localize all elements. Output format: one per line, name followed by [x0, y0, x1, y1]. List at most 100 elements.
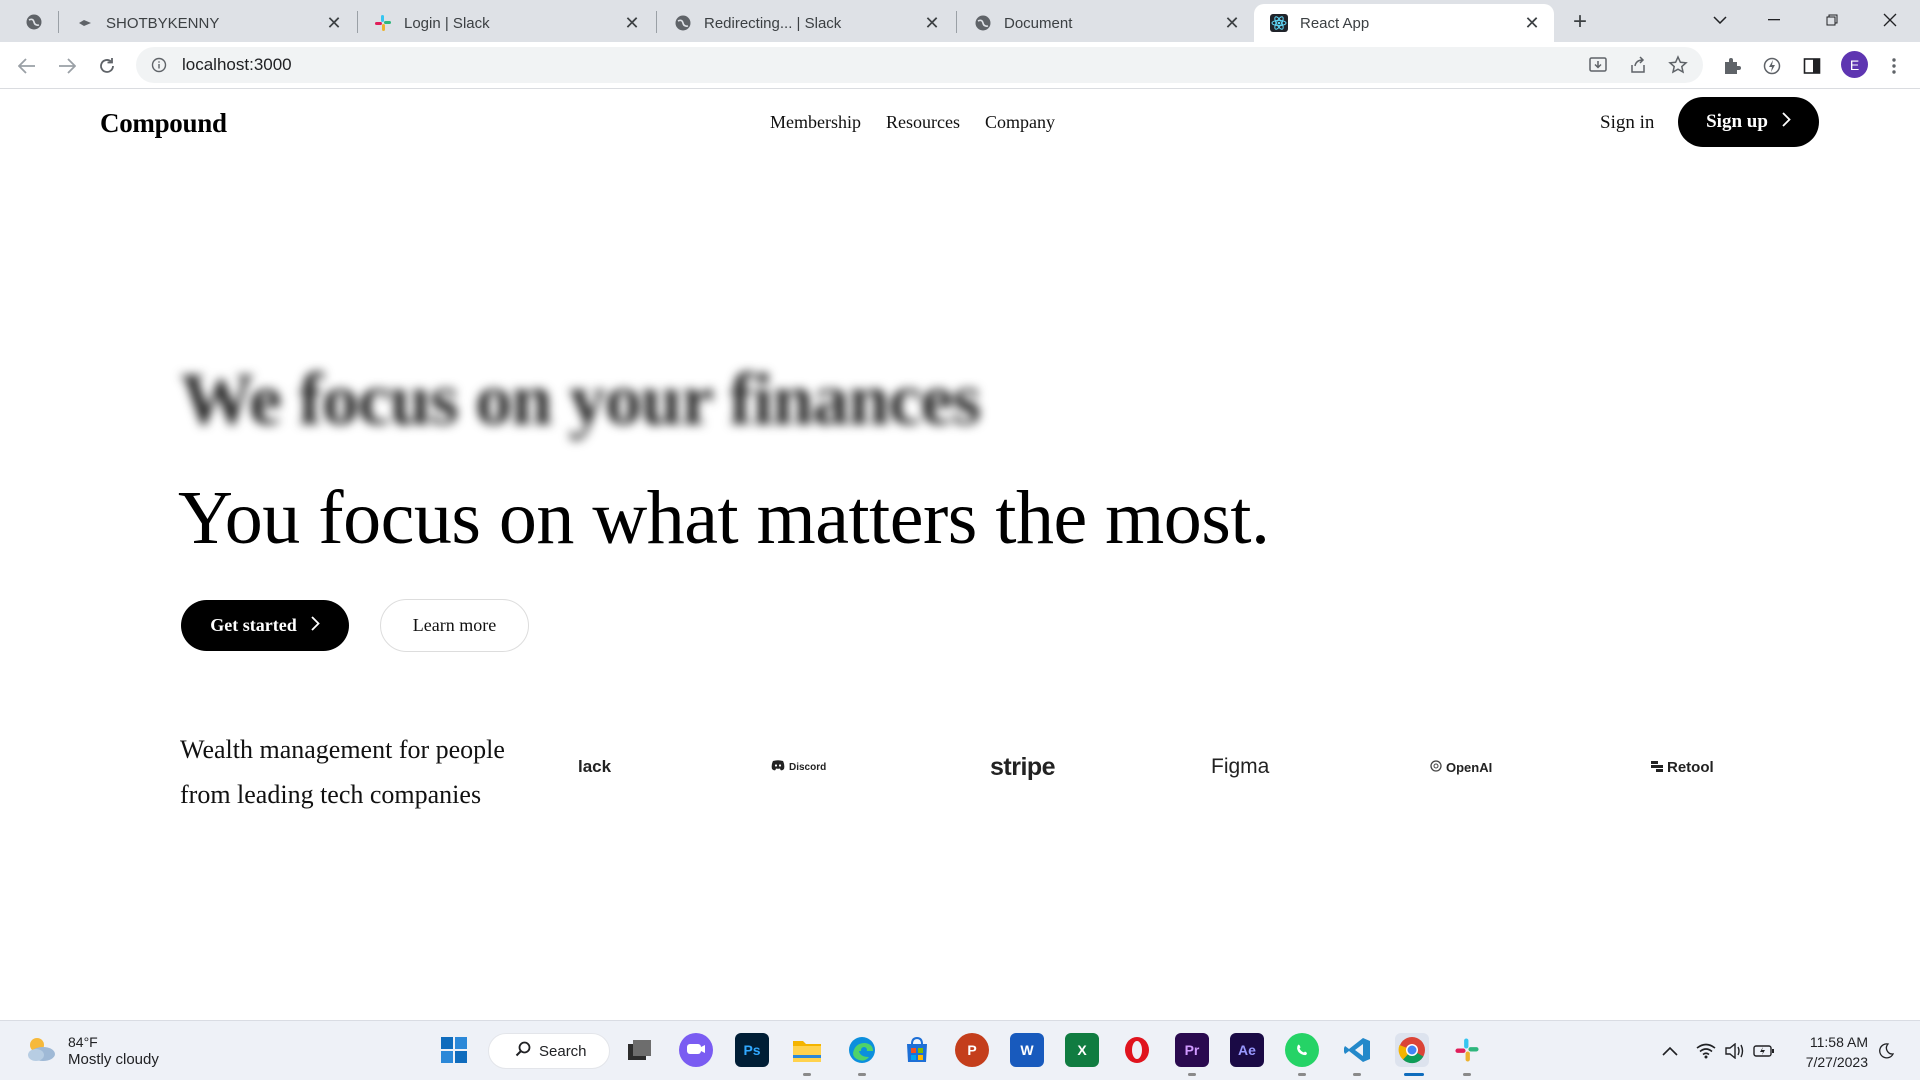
- back-arrow-icon[interactable]: [12, 51, 42, 81]
- close-icon[interactable]: ✕: [622, 13, 642, 33]
- bookmark-star-icon[interactable]: [1667, 54, 1689, 76]
- system-clock[interactable]: 11:58 AM 7/27/2023: [1790, 1032, 1868, 1072]
- wifi-icon[interactable]: [1694, 1039, 1718, 1063]
- volume-icon[interactable]: [1723, 1039, 1747, 1063]
- brand-label: Discord: [789, 761, 827, 773]
- brand-discord-logo: Discord: [771, 754, 826, 780]
- tab-document[interactable]: Document ✕: [958, 4, 1254, 42]
- weather-widget[interactable]: 84°F Mostly cloudy: [24, 1033, 159, 1069]
- extensions-puzzle-icon[interactable]: [1720, 54, 1744, 78]
- reload-icon[interactable]: [92, 51, 122, 81]
- tab-react-app[interactable]: React App ✕: [1254, 4, 1554, 42]
- tab-title: Redirecting... | Slack: [704, 14, 842, 32]
- tab-redirecting-slack[interactable]: Redirecting... | Slack ✕: [658, 4, 954, 42]
- profile-avatar[interactable]: E: [1841, 51, 1868, 78]
- nav-resources[interactable]: Resources: [886, 112, 960, 133]
- weather-temp: 84°F: [68, 1034, 98, 1050]
- tab-separator: [58, 11, 59, 33]
- brand-slack-logo: lack: [578, 754, 611, 780]
- brand-label: OpenAI: [1446, 759, 1493, 775]
- battery-icon[interactable]: [1752, 1039, 1776, 1063]
- excel-icon[interactable]: X: [1065, 1033, 1099, 1067]
- word-icon[interactable]: W: [1010, 1033, 1044, 1067]
- kebab-menu-icon[interactable]: [1882, 54, 1906, 78]
- restore-icon[interactable]: [1808, 0, 1856, 40]
- retool-icon: [1651, 759, 1663, 776]
- running-indicator: [1353, 1073, 1361, 1076]
- windows-start-icon[interactable]: [437, 1033, 471, 1067]
- weather-condition: Mostly cloudy: [68, 1051, 159, 1068]
- running-indicator: [803, 1073, 811, 1076]
- active-indicator: [1404, 1073, 1424, 1076]
- chevron-up-icon[interactable]: [1658, 1039, 1682, 1063]
- page-content: Compound Membership Resources Company Si…: [0, 90, 1920, 1020]
- brand-label: stripe: [990, 752, 1056, 781]
- extension-bolt-icon[interactable]: [1760, 54, 1784, 78]
- search-label: Search: [539, 1042, 587, 1060]
- clock-time: 11:58 AM: [1809, 1034, 1868, 1050]
- globe-icon: [974, 14, 992, 32]
- get-started-button[interactable]: Get started: [181, 600, 349, 651]
- premiere-pro-icon[interactable]: Pr: [1175, 1033, 1209, 1067]
- hero-blurred-heading: We focus on your finances: [180, 359, 981, 441]
- globe-icon: [674, 14, 692, 32]
- nav-company[interactable]: Company: [985, 112, 1055, 133]
- sign-up-button[interactable]: Sign up: [1678, 97, 1819, 147]
- tab-login-slack[interactable]: Login | Slack ✕: [358, 4, 654, 42]
- install-app-icon[interactable]: [1587, 54, 1609, 76]
- share-icon[interactable]: [1627, 54, 1649, 76]
- tab-title: SHOTBYKENNY: [106, 14, 220, 32]
- forward-arrow-icon[interactable]: [52, 51, 82, 81]
- learn-more-button[interactable]: Learn more: [380, 599, 529, 652]
- nav-membership[interactable]: Membership: [770, 112, 861, 133]
- tab-separator: [956, 11, 957, 33]
- running-indicator: [858, 1073, 866, 1076]
- close-window-icon[interactable]: [1866, 0, 1914, 40]
- taskbar-search[interactable]: Search: [488, 1033, 610, 1069]
- opera-icon[interactable]: [1120, 1033, 1154, 1067]
- brand-label: lack: [578, 757, 612, 776]
- compound-logo[interactable]: Compound: [100, 108, 227, 139]
- side-panel-icon[interactable]: [1800, 54, 1824, 78]
- openai-icon: [1430, 759, 1442, 775]
- teams-chat-icon[interactable]: [679, 1033, 713, 1067]
- chrome-icon[interactable]: [1395, 1033, 1429, 1067]
- file-explorer-icon[interactable]: [790, 1033, 824, 1067]
- tab-title: React App: [1300, 14, 1370, 32]
- tab-shotbykenny[interactable]: SHOTBYKENNY ✕: [60, 4, 356, 42]
- main-nav: Membership Resources Company: [770, 112, 1055, 133]
- close-icon[interactable]: ✕: [1522, 13, 1542, 33]
- tab-search-globe-icon[interactable]: [22, 10, 46, 34]
- microsoft-store-icon[interactable]: [900, 1033, 934, 1067]
- sign-in-link[interactable]: Sign in: [1600, 112, 1654, 134]
- powerpoint-icon[interactable]: P: [955, 1033, 989, 1067]
- url-text: localhost:3000: [182, 55, 292, 74]
- brand-stripe-logo: stripe: [990, 752, 1056, 781]
- site-info-icon[interactable]: [150, 56, 168, 74]
- browser-toolbar: localhost:3000 E: [0, 42, 1920, 89]
- whatsapp-icon[interactable]: [1285, 1033, 1319, 1067]
- slack-icon: [374, 14, 392, 32]
- chevron-right-icon: [311, 615, 320, 636]
- close-icon[interactable]: ✕: [1222, 13, 1242, 33]
- after-effects-icon[interactable]: Ae: [1230, 1033, 1264, 1067]
- edge-browser-icon[interactable]: [845, 1033, 879, 1067]
- new-tab-icon[interactable]: +: [1568, 8, 1592, 35]
- focus-moon-icon[interactable]: [1874, 1039, 1898, 1063]
- photoshop-icon[interactable]: Ps: [735, 1033, 769, 1067]
- brand-openai-logo: OpenAI: [1430, 754, 1492, 780]
- vscode-icon[interactable]: [1340, 1033, 1374, 1067]
- running-indicator: [1298, 1073, 1306, 1076]
- task-view-icon[interactable]: [623, 1033, 657, 1067]
- search-icon: [515, 1041, 531, 1061]
- address-bar[interactable]: localhost:3000: [136, 47, 1703, 83]
- chevron-down-icon[interactable]: [1696, 0, 1744, 40]
- hero-title: You focus on what matters the most.: [178, 476, 1270, 560]
- chevron-right-icon: [1782, 111, 1791, 133]
- browser-tab-bar: SHOTBYKENNY ✕ Login | Slack ✕ Redirectin…: [0, 0, 1920, 42]
- minimize-icon[interactable]: [1750, 0, 1798, 40]
- brand-label: Figma: [1211, 755, 1270, 778]
- close-icon[interactable]: ✕: [922, 13, 942, 33]
- slack-icon[interactable]: [1450, 1033, 1484, 1067]
- close-icon[interactable]: ✕: [324, 13, 344, 33]
